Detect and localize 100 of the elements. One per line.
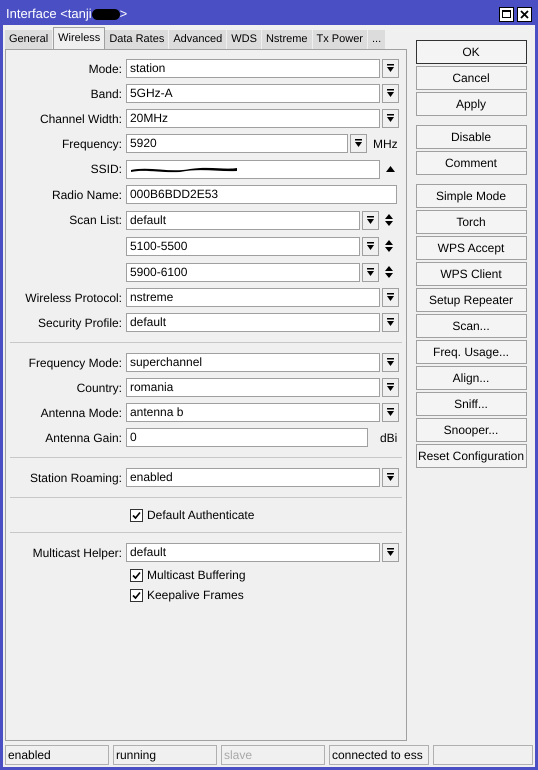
down-arrow-icon <box>386 358 395 367</box>
up-down-arrows-icon[interactable] <box>384 266 394 278</box>
checkbox[interactable] <box>130 588 143 602</box>
action-button[interactable]: WPS Client <box>416 262 526 286</box>
action-button[interactable]: Comment <box>416 151 526 175</box>
field-label: Band: <box>90 86 122 100</box>
status-field: running <box>113 745 217 765</box>
field-label: Radio Name: <box>52 188 122 202</box>
action-button[interactable]: Apply <box>416 92 526 116</box>
window-title: Interface <tanji <box>6 5 92 24</box>
up-down-arrows-icon[interactable] <box>384 240 394 252</box>
action-button[interactable]: Simple Mode <box>416 184 526 208</box>
input-field[interactable]: 5GHz-A <box>126 84 380 103</box>
input-field[interactable]: 5100-5500 <box>126 236 360 256</box>
input-field[interactable]: 0 <box>126 428 368 447</box>
input-field[interactable] <box>126 160 380 178</box>
input-field[interactable]: station <box>126 59 380 78</box>
down-arrow-icon <box>354 139 363 148</box>
dropdown-button[interactable] <box>362 236 379 256</box>
action-button[interactable]: OK <box>416 40 526 64</box>
dropdown-button[interactable] <box>382 353 399 372</box>
down-arrow-icon <box>386 114 395 123</box>
tab[interactable]: Data Rates <box>105 30 170 49</box>
tab[interactable]: Tx Power <box>312 30 368 49</box>
action-button[interactable]: Align... <box>416 366 526 390</box>
field-label: Mode: <box>88 62 122 76</box>
field-label: Country: <box>76 380 122 394</box>
action-button[interactable]: Sniff... <box>416 392 526 416</box>
dropdown-button[interactable] <box>382 288 399 307</box>
dropdown-button[interactable] <box>382 468 399 487</box>
close-button[interactable] <box>517 6 532 22</box>
maximize-button[interactable] <box>499 6 514 22</box>
action-button[interactable]: Freq. Usage... <box>416 340 526 364</box>
action-button[interactable]: WPS Accept <box>416 236 526 260</box>
field-label: SSID: <box>90 162 122 176</box>
down-arrow-icon <box>386 293 395 302</box>
action-button[interactable]: Setup Repeater <box>416 288 526 312</box>
tab[interactable]: Wireless <box>53 27 106 49</box>
tab[interactable]: WDS <box>227 30 262 49</box>
input-field[interactable]: enabled <box>126 468 380 487</box>
dropdown-button[interactable] <box>382 378 399 397</box>
field-label: Wireless Protocol: <box>25 290 122 304</box>
dropdown-button[interactable] <box>382 59 399 78</box>
dropdown-button[interactable] <box>382 84 399 103</box>
up-down-arrows-icon[interactable] <box>384 214 394 226</box>
status-field: enabled <box>5 745 109 765</box>
field-label: Channel Width: <box>40 112 122 126</box>
unit-label: MHz <box>373 136 398 152</box>
window-title: > <box>120 5 128 24</box>
field-label: Security Profile: <box>38 316 122 330</box>
dropdown-button[interactable] <box>350 134 367 153</box>
unit-label: dBi <box>380 430 398 446</box>
down-arrow-icon <box>386 318 395 327</box>
field-label: Station Roaming: <box>30 470 122 484</box>
field-label: Multicast Helper: <box>32 546 122 560</box>
input-field[interactable]: romania <box>126 378 380 397</box>
dropdown-button[interactable] <box>382 543 399 562</box>
down-arrow-icon <box>386 383 395 392</box>
up-arrow-icon[interactable] <box>386 166 395 172</box>
checkbox-label: Keepalive Frames <box>147 587 244 604</box>
down-arrow-icon <box>386 89 395 98</box>
tab[interactable]: Advanced <box>169 30 228 49</box>
tab[interactable]: General <box>5 30 54 49</box>
action-button[interactable]: Reset Configuration <box>416 444 526 468</box>
dropdown-button[interactable] <box>362 262 379 282</box>
action-button[interactable]: Snooper... <box>416 418 526 442</box>
checkbox[interactable] <box>130 568 143 582</box>
input-field[interactable]: 20MHz <box>126 109 380 128</box>
action-button[interactable]: Scan... <box>416 314 526 338</box>
input-field[interactable]: 5900-6100 <box>126 262 360 282</box>
field-label: Scan List: <box>69 213 122 227</box>
down-arrow-icon <box>366 268 375 276</box>
field-label: Antenna Mode: <box>40 406 122 420</box>
field-label: Antenna Gain: <box>45 430 122 444</box>
down-arrow-icon <box>386 548 395 557</box>
down-arrow-icon <box>386 408 395 417</box>
field-label: Frequency: <box>62 136 122 150</box>
tab[interactable]: Nstreme <box>262 30 313 49</box>
input-field[interactable]: antenna b <box>126 403 380 422</box>
input-field[interactable]: superchannel <box>126 353 380 372</box>
action-button[interactable]: Torch <box>416 210 526 234</box>
dropdown-button[interactable] <box>382 403 399 422</box>
input-field[interactable]: 5920 <box>126 134 348 153</box>
status-field: connected to ess <box>329 745 429 765</box>
down-arrow-icon <box>386 64 395 73</box>
input-field[interactable]: nstreme <box>126 288 380 307</box>
checkbox-label: Default Authenticate <box>147 507 254 524</box>
input-field[interactable]: default <box>126 210 360 230</box>
action-button[interactable]: Cancel <box>416 66 526 90</box>
dropdown-button[interactable] <box>382 109 399 128</box>
input-field[interactable]: default <box>126 313 380 332</box>
redaction-blob <box>92 8 120 20</box>
input-field[interactable]: default <box>126 543 380 562</box>
down-arrow-icon <box>386 473 395 482</box>
checkbox[interactable] <box>130 508 143 522</box>
dropdown-button[interactable] <box>382 313 399 332</box>
action-button[interactable]: Disable <box>416 125 526 149</box>
dropdown-button[interactable] <box>362 210 379 230</box>
input-field[interactable]: 000B6BDD2E53 <box>126 185 397 204</box>
tab[interactable]: ... <box>368 30 386 49</box>
